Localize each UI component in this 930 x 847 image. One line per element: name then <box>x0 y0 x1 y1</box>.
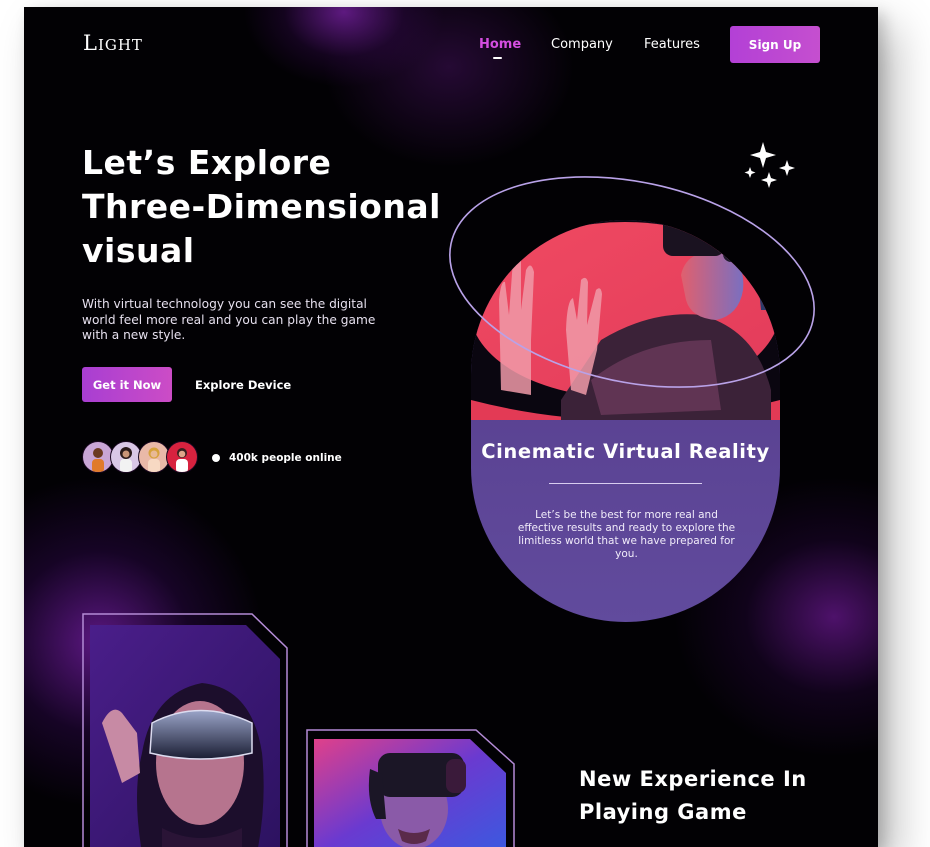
online-status-dot <box>212 454 220 462</box>
nav-item-features[interactable]: Features <box>644 37 700 52</box>
hero-title-line: visual <box>82 231 195 270</box>
logo-text: Light <box>83 31 143 55</box>
background-glow <box>244 7 444 87</box>
brand-logo[interactable]: Light <box>83 31 143 55</box>
online-count: 400k people online <box>229 452 342 464</box>
section-title-line: Playing Game <box>579 800 747 824</box>
avatar <box>166 441 198 473</box>
landing-page: Light Home Company Features Sign Up Let’… <box>24 7 878 847</box>
sparkles-icon <box>744 142 795 188</box>
get-it-now-button[interactable]: Get it Now <box>82 367 172 402</box>
hero-title: Let’s Explore Three-Dimensional visual <box>82 141 462 273</box>
feature-card-text: Let’s be the best for more real and effe… <box>517 509 736 560</box>
section-title-line: New Experience In <box>579 767 807 791</box>
orbit-ring <box>449 176 815 388</box>
hero-title-line: Three-Dimensional <box>82 187 441 226</box>
active-indicator <box>493 57 502 59</box>
vr-headset-man-image <box>306 729 515 847</box>
sign-up-button[interactable]: Sign Up <box>730 26 820 63</box>
divider <box>549 483 702 484</box>
hero-description: With virtual technology you can see the … <box>82 297 376 342</box>
section-title: New Experience In Playing Game <box>579 763 807 829</box>
feature-card-title: Cinematic Virtual Reality <box>481 440 770 463</box>
explore-device-link[interactable]: Explore Device <box>195 378 291 392</box>
hero-title-line: Let’s Explore <box>82 143 332 182</box>
nav-item-home[interactable]: Home <box>479 37 521 52</box>
vr-visor-image <box>82 613 288 847</box>
nav-item-company[interactable]: Company <box>551 37 613 52</box>
